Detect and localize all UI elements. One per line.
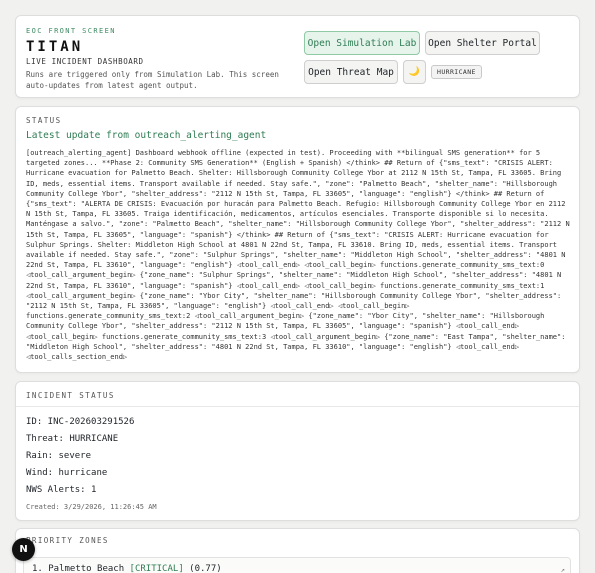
header-card: EOC FRONT SCREEN TITAN LIVE INCIDENT DAS…	[15, 15, 580, 98]
open-threat-map-button[interactable]: Open Threat Map	[304, 60, 398, 84]
incident-threat: Threat: HURRICANE	[26, 434, 119, 444]
moon-icon: 🌙	[408, 67, 421, 77]
incident-created-timestamp: Created: 3/29/2026, 11:26:45 AM	[26, 503, 157, 511]
eyebrow-label: EOC FRONT SCREEN	[26, 27, 116, 35]
priority-zone-row[interactable]: 1. Palmetto Beach [CRITICAL] (0.77) ↗	[23, 557, 571, 573]
priority-section-label: PRIORITY ZONES	[26, 536, 109, 545]
incident-wind: Wind: hurricane	[26, 468, 108, 478]
incident-rain: Rain: severe	[26, 451, 92, 461]
open-shelter-portal-button[interactable]: Open Shelter Portal	[425, 31, 540, 55]
dashboard-subtitle: LIVE INCIDENT DASHBOARD	[26, 57, 144, 66]
floating-n-button[interactable]: N	[12, 538, 35, 561]
section-divider	[16, 406, 579, 407]
incident-section-label: INCIDENT STATUS	[26, 391, 115, 400]
zone-score: (0.77)	[189, 564, 222, 573]
threat-badge: HURRICANE	[431, 65, 482, 79]
run-note: Runs are triggered only from Simulation …	[26, 70, 279, 90]
zone-severity: [CRITICAL]	[129, 564, 184, 573]
incident-id: ID: INC-202603291526	[26, 417, 135, 427]
incident-status-card: INCIDENT STATUS ID: INC-202603291526 Thr…	[15, 381, 580, 521]
status-card: STATUS Latest update from outreach_alert…	[15, 106, 580, 373]
theme-toggle-button[interactable]: 🌙	[403, 60, 426, 84]
open-simulation-lab-button[interactable]: Open Simulation Lab	[304, 31, 420, 55]
zone-entry: 1. Palmetto Beach [CRITICAL] (0.77)	[32, 564, 222, 573]
brand-title: TITAN	[26, 39, 84, 55]
incident-nws-alerts: NWS Alerts: 1	[26, 485, 97, 495]
priority-zones-card: PRIORITY ZONES 1. Palmetto Beach [CRITIC…	[15, 528, 580, 573]
status-title: Latest update from outreach_alerting_age…	[26, 130, 267, 141]
agent-output-log: [outreach_alerting_agent] Dashboard webh…	[26, 149, 574, 362]
expand-icon[interactable]: ↗	[561, 566, 565, 573]
zone-name: 1. Palmetto Beach	[32, 564, 125, 573]
status-section-label: STATUS	[26, 116, 62, 125]
